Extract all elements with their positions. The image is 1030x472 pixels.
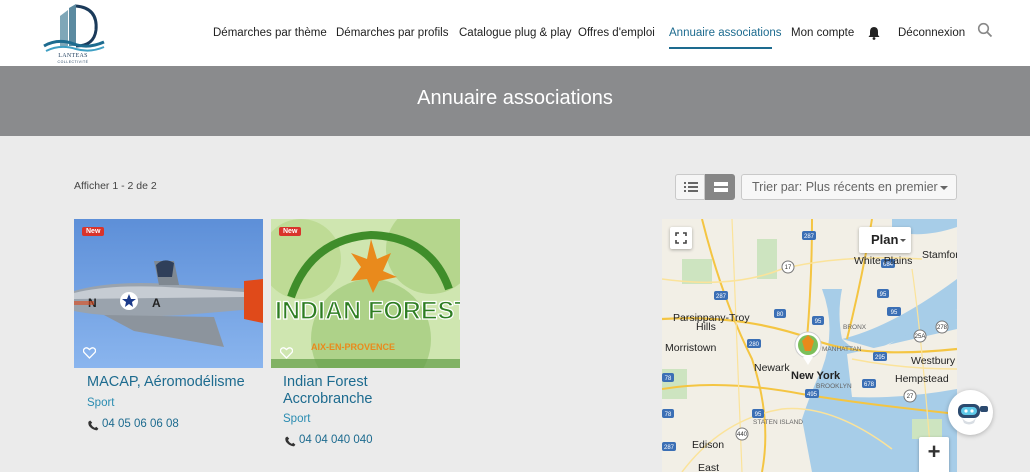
map-label-white-plains: White Plains [854,255,913,267]
card-phone[interactable]: 04 04 040 040 [299,434,373,446]
sort-select[interactable]: Trier par: Plus récents en premier [741,174,957,200]
svg-text:495: 495 [807,392,818,398]
nav-item-annuaire-associations[interactable]: Annuaire associations [669,27,782,39]
svg-text:17: 17 [785,265,792,271]
page-title: Annuaire associations [417,87,613,109]
map-label-newark: Newark [754,362,790,374]
map-label-manhattan: MANHATTAN [822,346,862,353]
svg-text:440: 440 [737,432,748,438]
search-icon[interactable] [977,22,993,38]
map-type-control[interactable]: Plan [859,227,911,253]
phone-icon [285,436,296,447]
new-badge: New [82,227,105,236]
svg-text:95: 95 [891,310,898,316]
chatbot-icon [958,404,988,425]
map[interactable]: 287 87 17 684 95 287 80 95 280 78 95 278… [662,219,957,472]
nav-item-offres-emploi[interactable]: Offres d'emploi [578,27,655,39]
nav-item-deconnexion[interactable]: Déconnexion [898,27,965,39]
airplane-photo: N A [74,219,263,368]
svg-text:95: 95 [880,292,887,298]
card-image-logo-text: INDIAN FOREST [275,297,460,325]
map-label-staten-island: STATEN ISLAND [753,419,803,426]
grid-view-icon [714,182,728,192]
list-view-icon [684,182,698,192]
map-fullscreen-button[interactable] [670,227,692,249]
svg-text:287: 287 [716,294,727,300]
logo-name: LANTEAS [58,53,88,59]
list-view-button[interactable] [675,174,705,200]
svg-text:678: 678 [864,382,875,388]
map-label-new-york: New York [791,370,841,382]
card-category[interactable]: Sport [87,397,115,409]
grid-view-button[interactable] [705,174,735,200]
new-badge: New [279,227,302,236]
card-image-logo-subtext: AIX-EN-PROVENCE [311,342,395,352]
nav-item-demarches-theme[interactable]: Démarches par thème [213,27,327,39]
map-label-hills: Hills [696,321,716,333]
active-nav-indicator [669,47,772,49]
map-label-brooklyn: BROOKLYN [816,383,852,390]
route-shield: 287 [804,234,815,240]
logo[interactable]: LANTEAS COLLECTIVITÉ [38,2,108,64]
card-category[interactable]: Sport [283,413,311,425]
map-label-bronx: BRONX [843,324,867,331]
sort-select-value: Trier par: Plus récents en premier [752,180,938,194]
nav-item-mon-compte[interactable]: Mon compte [791,27,854,39]
map-label-hempstead: Hempstead [895,373,949,385]
map-label-edison: Edison [692,439,725,451]
page-banner: Annuaire associations [0,66,1030,136]
site-header: LANTEAS COLLECTIVITÉ Démarches par thème… [0,0,1030,66]
card-image-macap[interactable]: N A New [74,219,263,368]
map-label-morristown: Morristown [665,342,717,354]
map-type-label: Plan [871,232,899,247]
chevron-down-icon [900,239,906,242]
map-label-stamford: Stamfor [922,249,957,261]
svg-text:80: 80 [777,312,784,318]
svg-text:78: 78 [665,412,672,418]
card-title-line-2: Accrobranche [283,391,373,407]
fullscreen-icon [675,232,687,244]
indian-forest-photo: INDIAN FOREST AIX-EN-PROVENCE [271,219,460,368]
svg-text:27: 27 [907,394,914,400]
logo-mark-icon [43,4,105,52]
heart-icon[interactable] [280,347,293,359]
logo-subtitle: COLLECTIVITÉ [57,60,89,64]
svg-text:280: 280 [749,342,760,348]
result-count: Afficher 1 - 2 de 2 [74,180,157,192]
svg-text:287: 287 [664,445,675,451]
svg-text:295: 295 [875,355,886,361]
nav-item-catalogue[interactable]: Catalogue plug & play [459,27,572,39]
card-title-macap[interactable]: MACAP, Aéromodélisme [87,374,245,391]
svg-text:A: A [152,296,161,310]
phone-icon [88,420,99,431]
map-zoom-in-button[interactable]: + [919,437,949,472]
chevron-down-icon [940,186,948,190]
svg-text:25A: 25A [915,334,926,340]
map-label-east: East [698,462,720,472]
map-label-westbury: Westbury [911,355,956,367]
heart-icon[interactable] [83,347,96,359]
svg-text:95: 95 [755,412,762,418]
card-title-indian-forest[interactable]: Indian Forest Accrobranche [283,374,372,408]
card-phone[interactable]: 04 05 06 06 08 [102,418,179,430]
bell-icon[interactable] [867,26,881,40]
svg-text:78: 78 [665,376,672,382]
card-title-line-1: Indian Forest [283,374,368,390]
nav-item-demarches-profils[interactable]: Démarches par profils [336,27,448,39]
svg-text:95: 95 [815,319,822,325]
svg-text:278: 278 [937,325,948,331]
chatbot-button[interactable] [948,390,993,435]
card-image-indian-forest[interactable]: INDIAN FOREST AIX-EN-PROVENCE New [271,219,460,368]
